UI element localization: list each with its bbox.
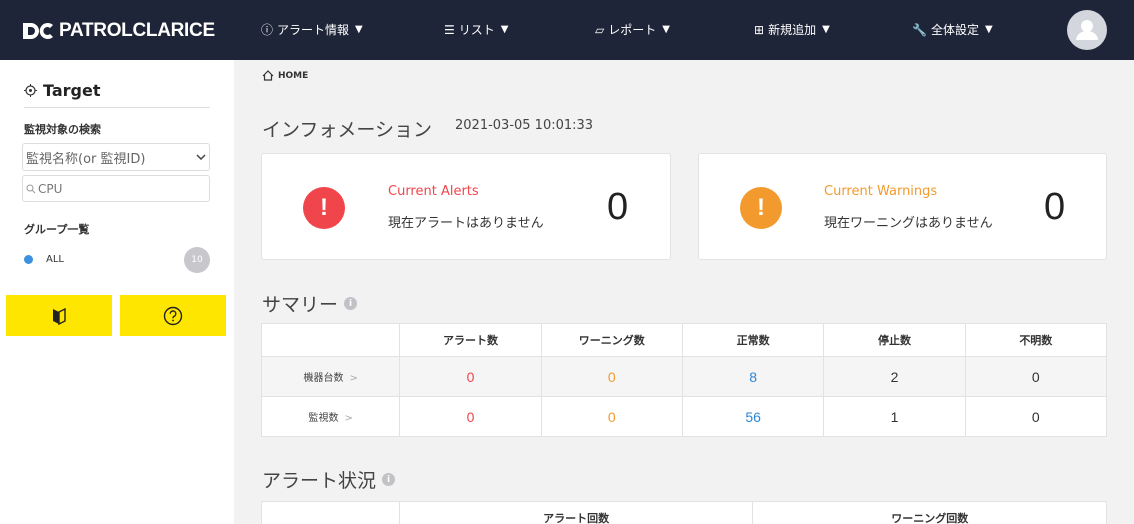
logo[interactable]: PATROLCLARICE bbox=[22, 20, 215, 42]
alert-circle-icon: ⓘ bbox=[261, 23, 274, 37]
top-nav: PATROLCLARICE ⓘ アラート情報 ▼ ☰ リスト ▼ ▱ レポート … bbox=[0, 0, 1134, 60]
warnings-card-title: Current Warnings bbox=[824, 184, 938, 199]
search-type-select[interactable]: 監視名称(or 監視ID) bbox=[22, 143, 210, 171]
group-list-label: グループ一覧 bbox=[24, 223, 90, 236]
sidebar-title-text: Target bbox=[43, 81, 101, 100]
group-item-all[interactable]: ALL 10 bbox=[24, 247, 210, 273]
alerts-card[interactable]: ! Current Alerts 現在アラートはありません 0 bbox=[261, 153, 671, 260]
chevron-right-icon: > bbox=[344, 413, 353, 424]
monitors-alert-count[interactable]: 0 bbox=[399, 396, 542, 437]
caret-down-icon: ▼ bbox=[355, 24, 363, 35]
add-box-icon: ⊞ bbox=[754, 22, 765, 37]
table-header-empty bbox=[260, 323, 401, 357]
nav-new[interactable]: ⊞ 新規追加 ▼ bbox=[754, 21, 830, 38]
table-header-row: アラート回数 ワーニング回数 bbox=[261, 501, 1107, 524]
table-header-empty bbox=[261, 501, 400, 524]
summary-title-text: サマリー bbox=[262, 294, 339, 316]
nav-report-label: レポート bbox=[608, 23, 657, 37]
beginner-mark-icon bbox=[53, 307, 66, 325]
breadcrumb[interactable]: HOME bbox=[262, 70, 308, 81]
list-icon: ☰ bbox=[444, 22, 455, 37]
report-icon: ▱ bbox=[595, 22, 605, 37]
alerts-count: 0 bbox=[607, 186, 629, 228]
devices-unknown-count[interactable]: 0 bbox=[964, 356, 1108, 397]
alert-exclamation-icon: ! bbox=[303, 187, 345, 229]
table-header: 不明数 bbox=[964, 323, 1108, 357]
nav-alert-info-label: アラート情報 bbox=[277, 23, 350, 37]
logo-text: PATROLCLARICE bbox=[59, 20, 215, 41]
row-label-monitors[interactable]: 監視数 > bbox=[260, 396, 401, 437]
table-header: ワーニング数 bbox=[540, 323, 683, 357]
info-icon[interactable]: i bbox=[382, 473, 396, 486]
table-row: 監視数 > 0 0 56 1 0 bbox=[260, 396, 1108, 437]
logo-mark-icon bbox=[22, 21, 56, 41]
summary-section-title: サマリー i bbox=[262, 290, 358, 317]
info-timestamp: 2021-03-05 10:01:33 bbox=[455, 118, 594, 133]
monitors-warning-count[interactable]: 0 bbox=[540, 396, 683, 437]
search-input-value: CPU bbox=[38, 181, 63, 196]
row-label-text: 機器台数 bbox=[303, 373, 344, 384]
devices-stopped-count[interactable]: 2 bbox=[823, 356, 966, 397]
search-label: 監視対象の検索 bbox=[24, 123, 101, 136]
nav-new-label: 新規追加 bbox=[768, 23, 817, 37]
monitors-stopped-count[interactable]: 1 bbox=[823, 396, 966, 437]
devices-normal-count[interactable]: 8 bbox=[681, 356, 825, 397]
breadcrumb-home: HOME bbox=[278, 70, 309, 81]
nav-report[interactable]: ▱ レポート ▼ bbox=[595, 21, 670, 38]
group-dot bbox=[24, 254, 33, 264]
user-icon bbox=[1076, 20, 1098, 40]
warnings-count: 0 bbox=[1044, 186, 1066, 228]
chevron-right-icon: > bbox=[349, 373, 358, 384]
warnings-card[interactable]: ! Current Warnings 現在ワーニングはありません 0 bbox=[698, 153, 1107, 260]
table-header: アラート数 bbox=[399, 323, 542, 357]
help-button[interactable] bbox=[120, 295, 226, 336]
alert-status-table: アラート回数 ワーニング回数 bbox=[261, 501, 1107, 524]
nav-alert-info[interactable]: ⓘ アラート情報 ▼ bbox=[261, 21, 363, 38]
row-label-devices[interactable]: 機器台数 > bbox=[260, 356, 401, 397]
monitors-normal-count[interactable]: 56 bbox=[681, 396, 825, 437]
table-header: 停止数 bbox=[823, 323, 966, 357]
chevron-down-icon bbox=[196, 154, 206, 160]
devices-alert-count[interactable]: 0 bbox=[399, 356, 542, 397]
table-header: 正常数 bbox=[681, 323, 825, 357]
info-section-title: インフォメーション bbox=[262, 119, 433, 141]
warning-exclamation-icon: ! bbox=[740, 187, 782, 229]
alert-status-title-text: アラート状況 bbox=[262, 470, 377, 492]
devices-warning-count[interactable]: 0 bbox=[540, 356, 683, 397]
summary-table: アラート数 ワーニング数 正常数 停止数 不明数 機器台数 > 0 0 8 2 0… bbox=[260, 323, 1108, 437]
divider bbox=[24, 107, 210, 108]
wrench-icon: 🔧 bbox=[912, 22, 927, 37]
target-icon bbox=[24, 84, 37, 97]
warnings-card-message: 現在ワーニングはありません bbox=[824, 216, 993, 231]
beginner-guide-button[interactable] bbox=[6, 295, 112, 336]
help-icon bbox=[163, 306, 183, 325]
caret-down-icon: ▼ bbox=[662, 24, 670, 35]
caret-down-icon: ▼ bbox=[500, 24, 509, 35]
table-header: アラート回数 bbox=[398, 501, 754, 524]
nav-list[interactable]: ☰ リスト ▼ bbox=[444, 21, 508, 38]
nav-settings-label: 全体設定 bbox=[930, 23, 979, 37]
nav-list-label: リスト bbox=[458, 23, 495, 37]
table-header: ワーニング回数 bbox=[752, 501, 1107, 524]
caret-down-icon: ▼ bbox=[822, 24, 830, 35]
home-icon bbox=[262, 70, 274, 81]
sidebar-title: Target bbox=[24, 81, 101, 100]
caret-down-icon: ▼ bbox=[984, 24, 993, 35]
alerts-card-message: 現在アラートはありません bbox=[388, 216, 544, 231]
table-row: 機器台数 > 0 0 8 2 0 bbox=[260, 356, 1108, 397]
info-icon[interactable]: i bbox=[344, 297, 358, 310]
alert-status-section-title: アラート状況 i bbox=[262, 466, 396, 493]
row-label-text: 監視数 bbox=[308, 413, 339, 424]
search-type-value: 監視名称(or 監視ID) bbox=[26, 151, 146, 167]
sidebar: Target 監視対象の検索 監視名称(or 監視ID) CPU グループ一覧 … bbox=[0, 60, 234, 524]
group-count-badge: 10 bbox=[184, 247, 210, 273]
nav-settings[interactable]: 🔧 全体設定 ▼ bbox=[912, 21, 993, 38]
alerts-card-title: Current Alerts bbox=[388, 184, 479, 199]
table-header-row: アラート数 ワーニング数 正常数 停止数 不明数 bbox=[260, 323, 1108, 357]
user-avatar[interactable] bbox=[1067, 10, 1107, 50]
search-input[interactable]: CPU bbox=[22, 175, 210, 202]
group-name: ALL bbox=[46, 253, 64, 265]
monitors-unknown-count[interactable]: 0 bbox=[964, 396, 1108, 437]
search-icon bbox=[26, 184, 36, 193]
